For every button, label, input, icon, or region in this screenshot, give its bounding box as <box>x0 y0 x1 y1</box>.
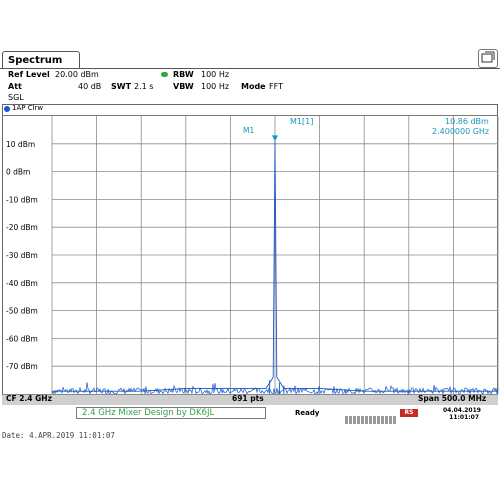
y-tick-label: -10 dBm <box>6 195 38 204</box>
sweep-progress-icon <box>345 409 397 424</box>
marker-header: M1[1] <box>290 117 314 126</box>
capture-date: Date: 4.APR.2019 11:01:07 <box>2 431 115 440</box>
rs-logo: RS <box>400 409 418 417</box>
frequency-span[interactable]: Span 500.0 MHz <box>418 394 486 403</box>
marker-label[interactable]: M1 <box>243 126 254 135</box>
marker-level: 10.86 dBm <box>445 117 489 126</box>
y-tick-label: -50 dBm <box>6 307 38 316</box>
y-tick-label: 0 dBm <box>6 168 30 177</box>
ready-indicator: Ready <box>295 409 320 417</box>
marker-triangle-icon <box>272 135 278 142</box>
y-tick-label: -70 dBm <box>6 362 38 371</box>
y-tick-label: 10 dBm <box>6 140 35 149</box>
instrument-date: 04.04.2019 <box>443 407 481 414</box>
instrument-datetime: 04.04.2019 11:01:07 <box>443 407 481 421</box>
sweep-points[interactable]: 691 pts <box>232 394 264 403</box>
y-tick-label: -60 dBm <box>6 334 38 343</box>
spectrum-chart: 10 dBm 0 dBm -10 dBm -20 dBm -30 dBm -40 dBm -… <box>6 116 499 396</box>
center-frequency[interactable]: CF 2.4 GHz <box>6 394 52 403</box>
y-tick-label: -40 dBm <box>6 279 38 288</box>
status-message: 2.4 GHz Mixer Design by DK6JL <box>82 408 215 418</box>
instrument-time: 11:01:07 <box>449 414 479 421</box>
y-tick-label: -30 dBm <box>6 251 38 260</box>
y-tick-label: -20 dBm <box>6 223 38 232</box>
marker-frequency: 2.400000 GHz <box>432 127 490 136</box>
